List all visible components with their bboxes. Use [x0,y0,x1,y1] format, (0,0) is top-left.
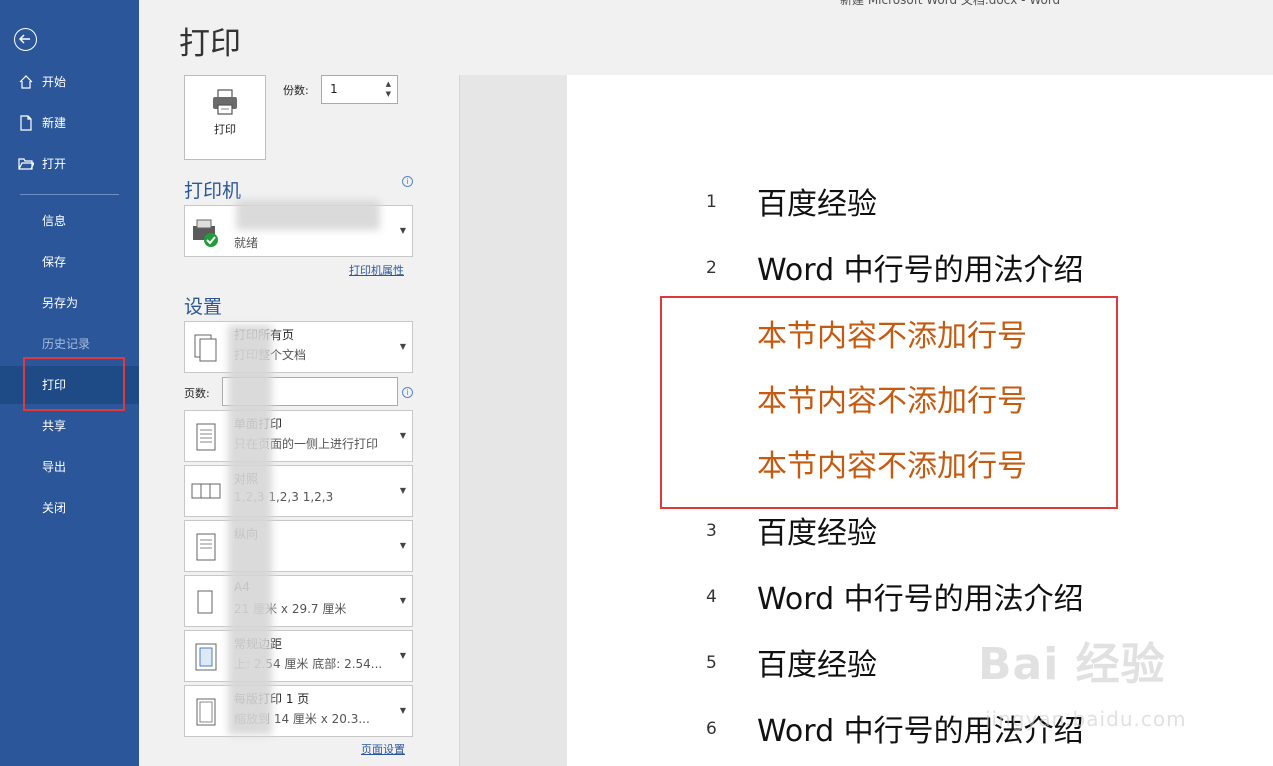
back-arrow-icon[interactable] [14,28,37,51]
line-text: Word 中行号的用法介绍 [757,582,1084,617]
collate-select[interactable]: 对照 1,2,3 1,2,3 1,2,3 ▼ [184,465,413,517]
sidebar-item-label: 信息 [42,214,67,228]
chevron-down-icon: ▼ [399,226,406,235]
paper-size-select[interactable]: A4 21 厘米 x 29.7 厘米 ▼ [184,575,413,627]
line-number: 2 [706,258,717,278]
printer-status: 就绪 [234,236,259,250]
sidebar-item-close[interactable]: 关闭 [0,489,139,527]
copies-label: 份数: [283,84,309,97]
sidebar-item-label: 保存 [42,255,67,269]
new-document-icon [20,115,32,131]
line-number: 4 [706,587,717,607]
pages-per-sheet-icon [196,698,216,726]
print-highlight-box [23,357,125,411]
sidebar-divider [20,194,119,195]
print-button[interactable]: 打印 [184,75,266,160]
sidebar-item-new[interactable]: 新建 [0,104,139,142]
redaction-blur [228,325,272,735]
portrait-icon [196,533,216,561]
sidebar-item-home[interactable]: 开始 [0,63,139,101]
pages-per-sheet-select[interactable]: 每版打印 1 页 缩放到 14 厘米 x 20.3... ▼ [184,685,413,737]
print-button-label: 打印 [214,123,236,136]
sidebar-item-label: 关闭 [42,501,67,515]
line-text: 百度经验 [757,648,877,683]
pages-icon [194,334,217,362]
collate-icon [191,483,221,499]
pages-label: 页数: [184,387,210,400]
baidu-watermark: Bai 经验 [978,639,1166,690]
line-number: 5 [706,653,717,673]
printer-heading: 打印机 [184,180,242,202]
sidebar-item-info[interactable]: 信息 [0,202,139,240]
stepper-arrows-icon[interactable]: ▲ ▼ [386,79,391,99]
sidebar-item-label: 共享 [42,419,67,433]
orientation-select[interactable]: 纵向 ▼ [184,520,413,572]
baidu-watermark-url: jingyan.baidu.com [985,707,1187,731]
sidebar-item-label: 导出 [42,460,67,474]
sidebar-item-save[interactable]: 保存 [0,243,139,281]
margins-icon [195,643,217,671]
line-text: 百度经验 [757,187,877,222]
sidebar-item-label: 打开 [42,157,67,171]
chevron-down-icon: ▼ [399,651,406,660]
chevron-down-icon: ▼ [399,596,406,605]
window-title: 新建 Microsoft Word 文档.docx - Word [840,0,1061,7]
info-icon[interactable]: i [402,387,413,398]
line-text: Word 中行号的用法介绍 [757,253,1084,288]
print-range-select[interactable]: 打印所有页 打印整个文档 ▼ [184,321,413,373]
sidebar-item-label: 另存为 [42,296,79,310]
sidebar-item-label: 开始 [42,75,67,89]
sidebar-item-export[interactable]: 导出 [0,448,139,486]
chevron-down-icon: ▼ [399,431,406,440]
info-icon[interactable]: i [402,176,413,187]
copies-value: 1 [330,82,338,96]
highlight-box [660,296,1118,509]
page-setup-link[interactable]: 页面设置 [361,741,405,757]
chevron-down-icon: ▼ [399,541,406,550]
sidebar-item-save-as[interactable]: 另存为 [0,284,139,322]
page-title: 打印 [179,26,241,62]
paper-size-icon [197,590,213,614]
chevron-down-icon: ▼ [399,486,406,495]
printer-ready-icon [193,219,218,247]
line-number: 3 [706,521,717,541]
line-text: 百度经验 [757,516,877,551]
line-number: 6 [706,719,717,739]
settings-heading: 设置 [184,296,223,318]
preview-page: 1 百度经验 2 Word 中行号的用法介绍 本节内容不添加行号 本节内容不添加行号… [567,75,1273,766]
sides-select[interactable]: 单面打印 只在页面的一侧上进行打印 ▼ [184,410,413,462]
printer-properties-link[interactable]: 打印机属性 [349,262,404,278]
folder-open-icon [18,158,34,170]
sidebar-item-open[interactable]: 打开 [0,145,139,183]
copies-stepper[interactable]: 1 ▲ ▼ [321,75,398,104]
margins-select[interactable]: 常规边距 上: 2.54 厘米 底部: 2.54... ▼ [184,630,413,682]
redaction-blur [236,200,380,230]
sidebar-item-share[interactable]: 共享 [0,407,139,445]
chevron-down-icon: ▼ [399,706,406,715]
sidebar-item-label: 历史记录 [42,337,91,351]
printer-icon [213,89,237,115]
sidebar-item-label: 新建 [42,116,67,130]
one-sided-icon [196,423,216,451]
line-number: 1 [706,192,717,212]
home-icon [19,75,33,89]
chevron-down-icon: ▼ [399,342,406,351]
